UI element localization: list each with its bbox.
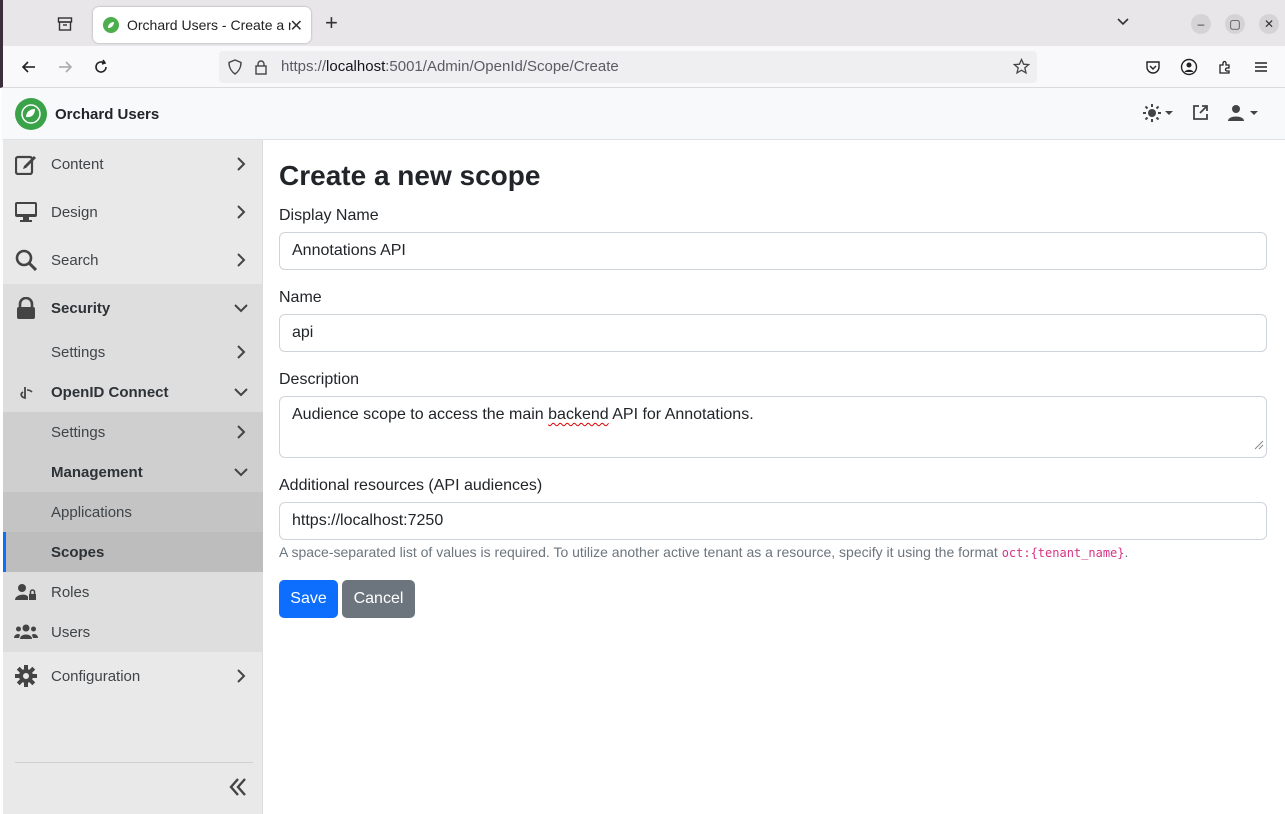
resources-field[interactable]: https://localhost:7250 — [279, 502, 1267, 540]
users-icon — [14, 620, 38, 644]
browser-tab[interactable]: Orchard Users - Create a new scope ✕ — [93, 7, 311, 43]
user-menu-icon[interactable] — [1228, 104, 1259, 121]
sidebar-item-management[interactable]: Management — [3, 452, 263, 492]
sidebar-item-security-settings[interactable]: Settings — [3, 332, 263, 372]
description-textarea[interactable]: Audience scope to access the main backen… — [279, 396, 1267, 458]
resources-help-text: A space-separated list of values is requ… — [279, 544, 1129, 560]
chevron-down-icon — [234, 301, 248, 315]
orchard-favicon-icon — [103, 17, 119, 33]
edit-icon — [14, 152, 38, 176]
tab-title: Orchard Users - Create a new scope — [127, 17, 291, 33]
gear-icon — [14, 664, 38, 688]
chevron-down-icon — [234, 385, 248, 399]
sidebar-label-openid: OpenID Connect — [51, 383, 169, 401]
sidebar-label-content: Content — [51, 155, 104, 173]
chevron-right-icon — [234, 205, 248, 219]
sidebar-label-design: Design — [51, 203, 98, 221]
sidebar-item-security[interactable]: Security — [3, 284, 263, 332]
resources-label: Additional resources (API audiences) — [279, 477, 543, 494]
chevron-right-icon — [234, 253, 248, 267]
sidebar-label-management: Management — [51, 463, 143, 481]
admin-sidebar: Content Design Search Security Settings … — [3, 140, 263, 814]
display-name-field[interactable]: Annotations API — [279, 232, 1267, 270]
sidebar-item-content[interactable]: Content — [3, 140, 263, 188]
sidebar-label-applications: Applications — [51, 503, 132, 521]
page-title: Create a new scope — [279, 160, 541, 191]
name-label: Name — [279, 289, 322, 306]
sidebar-label-openid-settings: Settings — [51, 423, 106, 441]
sidebar-label-security: Security — [51, 299, 111, 317]
sidebar-item-scopes[interactable]: Scopes — [3, 532, 263, 572]
bookmark-star-icon[interactable] — [1012, 57, 1031, 80]
chevron-right-icon — [234, 425, 248, 439]
name-field[interactable]: api — [279, 314, 1267, 352]
display-name-value: Annotations API — [292, 242, 406, 259]
lock-icon — [14, 296, 38, 320]
minimize-icon[interactable]: – — [1191, 14, 1211, 34]
account-icon[interactable] — [1177, 55, 1201, 79]
chevron-down-icon — [234, 465, 248, 479]
tab-list-icon[interactable] — [53, 12, 77, 36]
new-tab-icon[interactable]: + — [325, 12, 338, 34]
sidebar-item-configuration[interactable]: Configuration — [3, 652, 263, 700]
orchard-logo-icon — [15, 98, 47, 130]
chevron-right-icon — [234, 669, 248, 683]
sidebar-item-applications[interactable]: Applications — [3, 492, 263, 532]
browser-tab-bar: Orchard Users - Create a new scope ✕ + –… — [0, 0, 1285, 46]
help-code: oct:{tenant_name} — [1001, 546, 1125, 560]
cancel-button[interactable]: Cancel — [342, 580, 415, 618]
chevron-right-icon — [234, 345, 248, 359]
maximize-icon[interactable]: ▢ — [1225, 14, 1245, 34]
browser-nav-bar: https://localhost:5001/Admin/OpenId/Scop… — [0, 46, 1285, 88]
openid-icon — [14, 380, 38, 404]
sidebar-item-design[interactable]: Design — [3, 188, 263, 236]
sidebar-item-openid-connect[interactable]: OpenID Connect — [3, 372, 263, 412]
tab-overflow-chevron-icon[interactable] — [1115, 14, 1131, 35]
sidebar-label-security-settings: Settings — [51, 343, 106, 361]
user-lock-icon — [14, 580, 38, 604]
description-value: Audience scope to access the main backen… — [292, 406, 754, 423]
sidebar-label-scopes: Scopes — [51, 543, 105, 561]
sidebar-item-users[interactable]: Users — [3, 612, 263, 652]
pocket-icon[interactable] — [1141, 55, 1165, 79]
resize-handle-icon[interactable] — [1254, 437, 1264, 455]
brand-link[interactable]: Orchard Users — [15, 98, 159, 130]
chevron-right-icon — [234, 157, 248, 171]
forward-icon[interactable] — [53, 55, 77, 79]
description-label: Description — [279, 371, 360, 388]
save-button[interactable]: Save — [279, 580, 338, 618]
desktop-icon — [14, 200, 38, 224]
shield-icon[interactable] — [227, 59, 243, 80]
sidebar-divider — [15, 762, 253, 763]
back-icon[interactable] — [17, 55, 41, 79]
display-name-label: Display Name — [279, 207, 379, 224]
name-value: api — [292, 324, 314, 341]
url-text: https://localhost:5001/Admin/OpenId/Scop… — [281, 58, 619, 75]
app-header: Orchard Users — [3, 88, 1285, 140]
main-content: Create a new scope Display Name Annotati… — [263, 140, 1285, 814]
sidebar-label-users: Users — [51, 623, 91, 641]
theme-toggle-sun-icon[interactable] — [1143, 104, 1174, 122]
sidebar-label-configuration: Configuration — [51, 667, 141, 685]
sidebar-item-roles[interactable]: Roles — [3, 572, 263, 612]
reload-icon[interactable] — [89, 55, 113, 79]
sidebar-label-search: Search — [51, 251, 99, 269]
collapse-sidebar-icon[interactable] — [227, 776, 249, 798]
sidebar-label-roles: Roles — [51, 583, 90, 601]
sidebar-item-search[interactable]: Search — [3, 236, 263, 284]
app-menu-icon[interactable] — [1249, 55, 1273, 79]
resources-value: https://localhost:7250 — [292, 512, 444, 529]
extensions-icon[interactable] — [1213, 55, 1237, 79]
brand-name: Orchard Users — [55, 105, 160, 123]
external-link-icon[interactable] — [1192, 104, 1209, 121]
tab-close-icon[interactable]: ✕ — [290, 16, 303, 36]
search-icon — [14, 248, 38, 272]
sidebar-item-openid-settings[interactable]: Settings — [3, 412, 263, 452]
lock-icon[interactable] — [254, 59, 268, 80]
close-window-icon[interactable]: ✕ — [1259, 14, 1279, 34]
url-bar[interactable]: https://localhost:5001/Admin/OpenId/Scop… — [219, 51, 1037, 83]
